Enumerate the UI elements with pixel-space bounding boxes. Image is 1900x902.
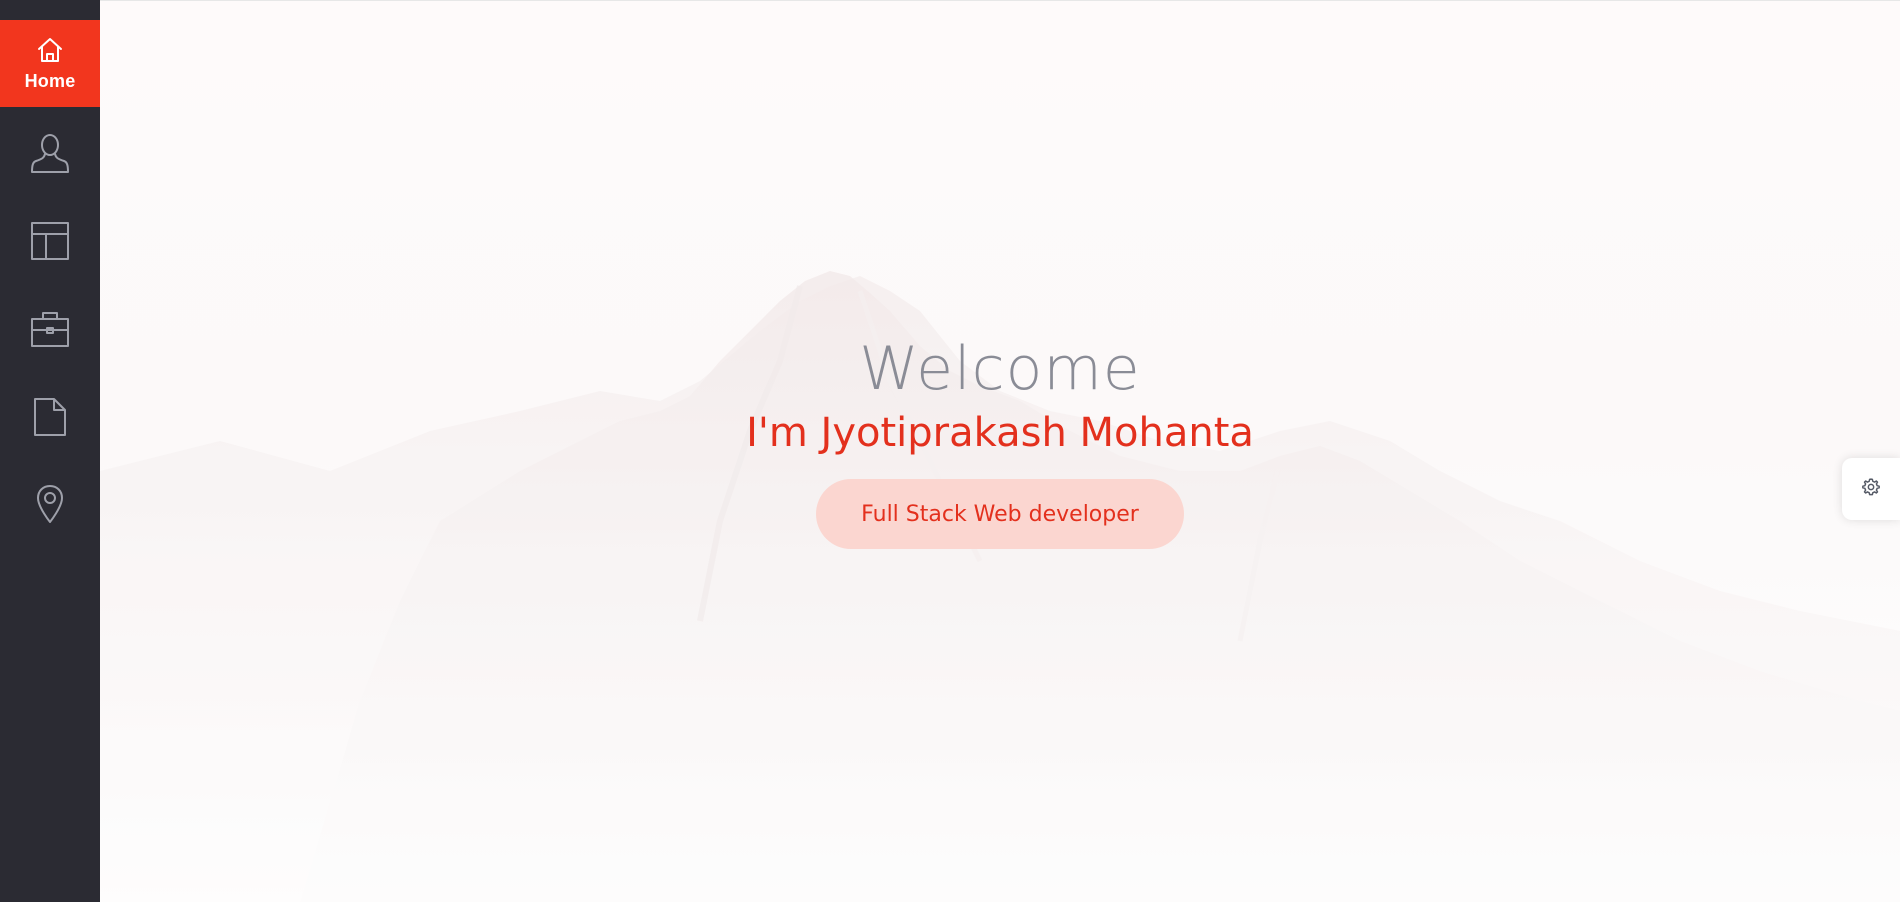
document-icon: [33, 397, 67, 437]
layout-icon: [30, 221, 70, 261]
sidebar-item-portfolio[interactable]: [0, 285, 100, 372]
name-heading: I'm Jyotiprakash Mohanta: [746, 410, 1254, 456]
briefcase-icon: [30, 310, 70, 348]
map-pin-icon: [35, 484, 65, 524]
sidebar-item-contact[interactable]: [0, 460, 100, 547]
user-icon: [30, 132, 70, 174]
sidebar-item-label: Home: [24, 70, 76, 91]
home-icon: [36, 36, 64, 64]
hero-section: Welcome I'm Jyotiprakash Mohanta Full St…: [100, 0, 1900, 902]
sidebar-item-blog[interactable]: [0, 373, 100, 460]
welcome-heading: Welcome: [859, 334, 1141, 404]
role-badge[interactable]: Full Stack Web developer: [816, 479, 1184, 549]
sidebar-item-about[interactable]: [0, 109, 100, 196]
sidebar: Home: [0, 0, 100, 902]
gear-icon: [1861, 477, 1881, 501]
app: Home Welcome I'm Jyotiprakash Mohanta Fu…: [0, 0, 1900, 902]
hero-content: Welcome I'm Jyotiprakash Mohanta Full St…: [100, 331, 1900, 549]
settings-button[interactable]: [1842, 458, 1900, 520]
sidebar-item-home[interactable]: Home: [0, 20, 100, 107]
sidebar-item-resume[interactable]: [0, 197, 100, 284]
